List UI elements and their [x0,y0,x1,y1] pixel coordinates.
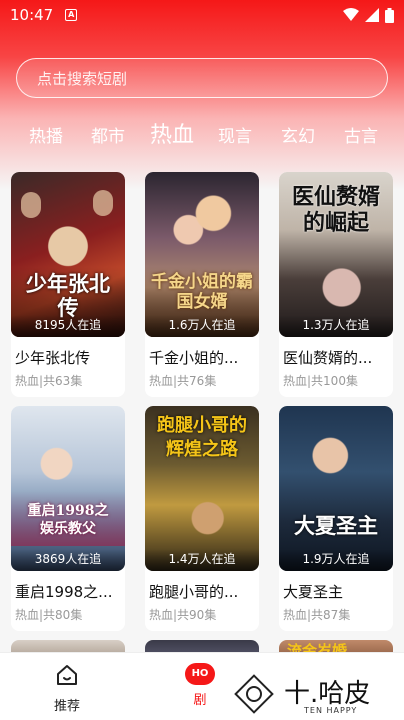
signal-icon [365,8,379,22]
tab-ancient-romance[interactable]: 古言 [344,122,378,147]
tab-fantasy[interactable]: 玄幻 [281,122,315,147]
drama-card[interactable]: 重启1998之娱乐教父 3869人在追 重启1998之... 热血|共80集 [11,406,125,631]
poster-title-text: 重启1998之娱乐教父 [27,503,109,537]
drama-poster: 大夏圣主 1.9万人在追 [279,406,393,571]
drama-meta: 热血|共90集 [149,608,217,622]
tab-hot-play[interactable]: 热播 [29,122,63,147]
watermark-logo: 十.哈皮 TEN HAPPY [226,668,404,720]
poster-title-text: 大夏圣主 [294,513,378,538]
drama-poster: 少年张北传 8195人在追 [11,172,125,337]
poster-title-text: 跑腿小哥的辉煌之路 [157,415,247,460]
drama-title: 医仙赘婿的... [283,349,373,367]
drama-poster: 医仙赘婿的崛起 1.3万人在追 [279,172,393,337]
poster-title-text: 千金小姐的霸国女婿 [151,272,253,312]
watermark-text: 十.哈皮 [284,679,371,709]
diamond-logo-icon [234,674,274,714]
search-placeholder: 点击搜索短剧 [37,69,128,88]
wifi-icon [343,8,359,21]
battery-icon [385,7,394,23]
status-time: 10:47 [10,6,54,24]
drama-poster: 跑腿小哥的辉煌之路 1.4万人在追 [145,406,259,571]
drama-card[interactable]: 跑腿小哥的辉煌之路 1.4万人在追 跑腿小哥的... 热血|共90集 [145,406,259,631]
drama-card[interactable]: 医仙赘婿的崛起 1.3万人在追 医仙赘婿的... 热血|共100集 [279,172,393,397]
tab-urban[interactable]: 都市 [91,122,125,147]
tab-passion[interactable]: 热血 [150,117,194,149]
search-input[interactable]: 点击搜索短剧 [16,58,388,98]
drama-meta: 热血|共76集 [149,374,217,388]
drama-poster: 重启1998之娱乐教父 3869人在追 [11,406,125,571]
drama-card[interactable]: 千金小姐的霸国女婿 1.6万人在追 千金小姐的... 热血|共76集 [145,172,259,397]
watch-count: 1.6万人在追 [145,315,259,337]
drama-title: 千金小姐的... [149,349,239,367]
watch-count: 8195人在追 [11,315,125,337]
drama-meta: 热血|共87集 [283,608,351,622]
nav-home[interactable]: 推荐 [27,663,107,714]
drama-title: 跑腿小哥的... [149,583,239,601]
drama-title: 重启1998之... [15,583,113,601]
status-bar: 10:47 A [0,0,404,30]
drama-meta: 热血|共80集 [15,608,83,622]
watermark-subtext: TEN HAPPY [304,706,358,715]
drama-title: 少年张北传 [15,349,91,367]
nav-home-label: 推荐 [53,699,80,714]
notification-a-icon: A [65,9,78,21]
drama-title: 大夏圣主 [283,583,344,601]
poster-title-text: 少年张北传 [26,271,110,320]
watch-count: 1.3万人在追 [279,315,393,337]
drama-meta: 热血|共63集 [15,374,83,388]
category-tabs: 热播 都市 热血 现言 玄幻 古言 [0,114,404,154]
tab-modern-romance[interactable]: 现言 [218,122,252,147]
watch-count: 3869人在追 [11,549,125,571]
drama-card[interactable]: 少年张北传 8195人在追 少年张北传 热血|共63集 [11,172,125,397]
watch-count: 1.4万人在追 [145,549,259,571]
hot-badge: HO [185,663,215,685]
home-icon [57,665,77,685]
poster-title-text: 医仙赘婿的崛起 [291,184,380,236]
drama-card[interactable]: 大夏圣主 1.9万人在追 大夏圣主 热血|共87集 [279,406,393,631]
drama-poster: 千金小姐的霸国女婿 1.6万人在追 [145,172,259,337]
drama-meta: 热血|共100集 [283,374,358,388]
watch-count: 1.9万人在追 [279,549,393,571]
